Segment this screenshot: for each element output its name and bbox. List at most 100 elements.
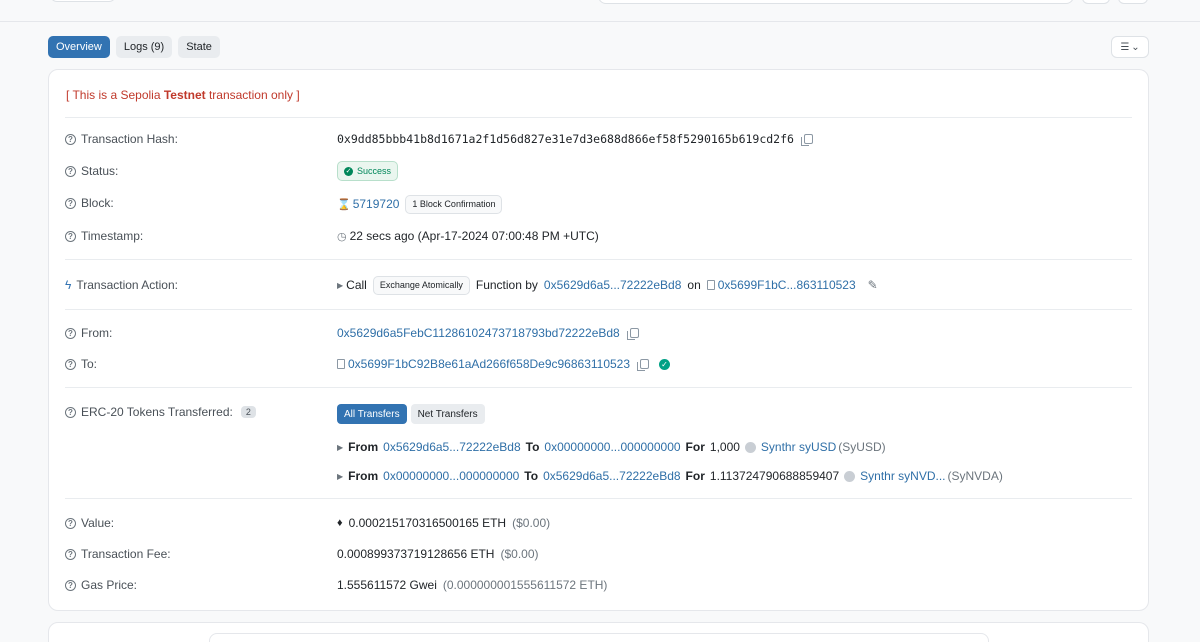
row-block: ? Block:: [65, 193, 114, 213]
transfer-from-address[interactable]: 0x5629d6a5...72222eBd8: [383, 440, 520, 454]
top-header: [0, 0, 1200, 22]
divider: [65, 387, 1132, 388]
value-amount: 0.000215170316500165 ETH: [348, 516, 507, 530]
ethereum-icon: ♦: [337, 517, 343, 529]
header-menu-button[interactable]: [1118, 0, 1148, 4]
row-from: ? From:: [65, 323, 112, 343]
check-circle-icon: ✓: [344, 166, 353, 176]
caret-right-icon: ▶: [337, 280, 344, 290]
transfer-count-badge: 2: [240, 406, 256, 418]
tab-overview[interactable]: Overview: [48, 36, 110, 58]
question-icon[interactable]: ?: [65, 548, 76, 560]
tx-hash-label: Transaction Hash:: [81, 132, 178, 146]
divider: [65, 259, 1132, 260]
transfer-row: ▶ From 0x5629d6a5...72222eBd8 To 0x00000…: [337, 440, 886, 454]
token-link[interactable]: Synthr syNVD...: [860, 469, 945, 483]
transfer-to-address[interactable]: 0x5629d6a5...72222eBd8: [543, 469, 680, 483]
tab-state[interactable]: State: [178, 36, 220, 58]
gas-label: Gas Price:: [81, 578, 138, 592]
caret-right-icon: ▶: [337, 471, 344, 481]
question-icon[interactable]: ?: [65, 197, 76, 209]
transaction-details-card: [ This is a Sepolia Testnet transaction …: [48, 69, 1149, 611]
transfer-amount: 1,000: [709, 440, 740, 454]
to-value-wrap: 0x5699F1bC92B8e61aAd266f658De9c968631105…: [337, 354, 671, 374]
action-by-address[interactable]: 0x5629d6a5...72222eBd8: [544, 278, 681, 292]
gas-eth: (0.000000001555611572 ETH): [442, 578, 608, 592]
transfer-to-address[interactable]: 0x00000000...000000000: [544, 440, 680, 454]
value-label: Value:: [81, 516, 115, 530]
gas-wrap: 1.555611572 Gwei (0.000000001555611572 E…: [337, 575, 607, 595]
timestamp-value: 22 secs ago (Apr-17-2024 07:00:48 PM +UT…: [349, 229, 599, 243]
verified-check-icon: ✓: [659, 358, 671, 370]
row-tx-hash: ? Transaction Hash:: [65, 129, 178, 149]
fee-usd: ($0.00): [500, 547, 539, 561]
contract-icon: [706, 280, 715, 290]
lightning-icon: ϟ: [65, 278, 72, 292]
fee-label: Transaction Fee:: [81, 547, 171, 561]
timestamp-label: Timestamp:: [81, 229, 144, 243]
fee-amount: 0.000899373719128656 ETH: [337, 547, 495, 561]
status-badge: ✓ Success: [337, 161, 399, 181]
transfer-amount: 1.113724790688859407: [709, 469, 840, 483]
header-icon-button[interactable]: [1082, 0, 1110, 4]
copy-icon[interactable]: [800, 134, 813, 146]
status-label: Status:: [81, 164, 119, 178]
value-usd: ($0.00): [512, 516, 551, 530]
row-status: ? Status:: [65, 161, 118, 181]
tx-hash-value: 0x9dd85bbb41b8d1671a2f1d56d827e31e7d3e68…: [337, 132, 794, 146]
transfer-from-address[interactable]: 0x00000000...000000000: [383, 469, 519, 483]
method-badge: Exchange Atomically: [372, 275, 470, 295]
to-address[interactable]: 0x5699F1bC92B8e61aAd266f658De9c968631105…: [348, 357, 630, 371]
list-filter-icon: ☰: [1120, 41, 1130, 53]
copy-icon[interactable]: [637, 359, 650, 371]
from-value-wrap: 0x5629d6a5FebC11286102473718793bd72222eB…: [337, 323, 639, 343]
question-icon[interactable]: ?: [65, 165, 76, 177]
question-icon[interactable]: ?: [65, 517, 76, 529]
question-icon[interactable]: ?: [65, 133, 76, 145]
question-icon[interactable]: ?: [65, 358, 76, 370]
all-transfers-button[interactable]: All Transfers: [337, 404, 407, 424]
view-options-button[interactable]: ☰ ⌄: [1111, 36, 1149, 58]
question-icon[interactable]: ?: [65, 579, 76, 591]
to-label: To:: [81, 357, 98, 371]
tx-hash-value-wrap: 0x9dd85bbb41b8d1671a2f1d56d827e31e7d3e68…: [337, 129, 813, 149]
gas-amount: 1.555611572 Gwei: [337, 578, 437, 592]
row-gas: ? Gas Price:: [65, 575, 137, 595]
row-to: ? To:: [65, 354, 97, 374]
token-symbol: (SyNVDA): [947, 469, 1003, 483]
confirmation-badge: 1 Block Confirmation: [405, 194, 503, 214]
divider: [65, 498, 1132, 499]
question-icon[interactable]: ?: [65, 327, 76, 339]
pencil-icon[interactable]: ✎: [868, 278, 878, 292]
token-symbol: (SyUSD): [838, 440, 886, 454]
caret-right-icon: ▶: [337, 442, 344, 452]
transfer-row: ▶ From 0x00000000...000000000 To 0x5629d…: [337, 469, 1003, 483]
search-input[interactable]: [598, 0, 1074, 4]
tab-logs[interactable]: Logs (9): [115, 36, 173, 58]
copy-icon[interactable]: [626, 328, 639, 340]
action-contract-address[interactable]: 0x5699F1bC...863110523: [718, 278, 856, 292]
action-call: Call: [346, 278, 367, 292]
function-by-text: Function by: [475, 278, 538, 292]
row-fee: ? Transaction Fee:: [65, 544, 171, 564]
secondary-card-field: [209, 633, 989, 642]
erc20-label: ERC-20 Tokens Transferred:: [81, 405, 233, 419]
net-transfers-button[interactable]: Net Transfers: [410, 404, 485, 424]
timestamp-value-wrap: ◷ 22 secs ago (Apr-17-2024 07:00:48 PM +…: [337, 226, 599, 246]
secondary-card: [48, 622, 1149, 642]
block-label: Block:: [81, 196, 114, 210]
token-icon: [744, 441, 756, 453]
question-icon[interactable]: ?: [65, 406, 76, 418]
clock-icon: ◷: [337, 230, 347, 243]
row-erc20: ? ERC-20 Tokens Transferred: 2: [65, 402, 256, 422]
hourglass-icon: ⌛: [337, 198, 351, 211]
from-address[interactable]: 0x5629d6a5FebC11286102473718793bd72222eB…: [337, 326, 620, 340]
fee-wrap: 0.000899373719128656 ETH ($0.00): [337, 544, 539, 564]
header-button[interactable]: [50, 0, 116, 2]
row-value: ? Value:: [65, 513, 114, 533]
block-link[interactable]: 5719720: [353, 197, 400, 211]
divider: [65, 117, 1132, 118]
token-link[interactable]: Synthr syUSD: [761, 440, 836, 454]
question-icon[interactable]: ?: [65, 230, 76, 242]
from-label: From:: [81, 326, 113, 340]
